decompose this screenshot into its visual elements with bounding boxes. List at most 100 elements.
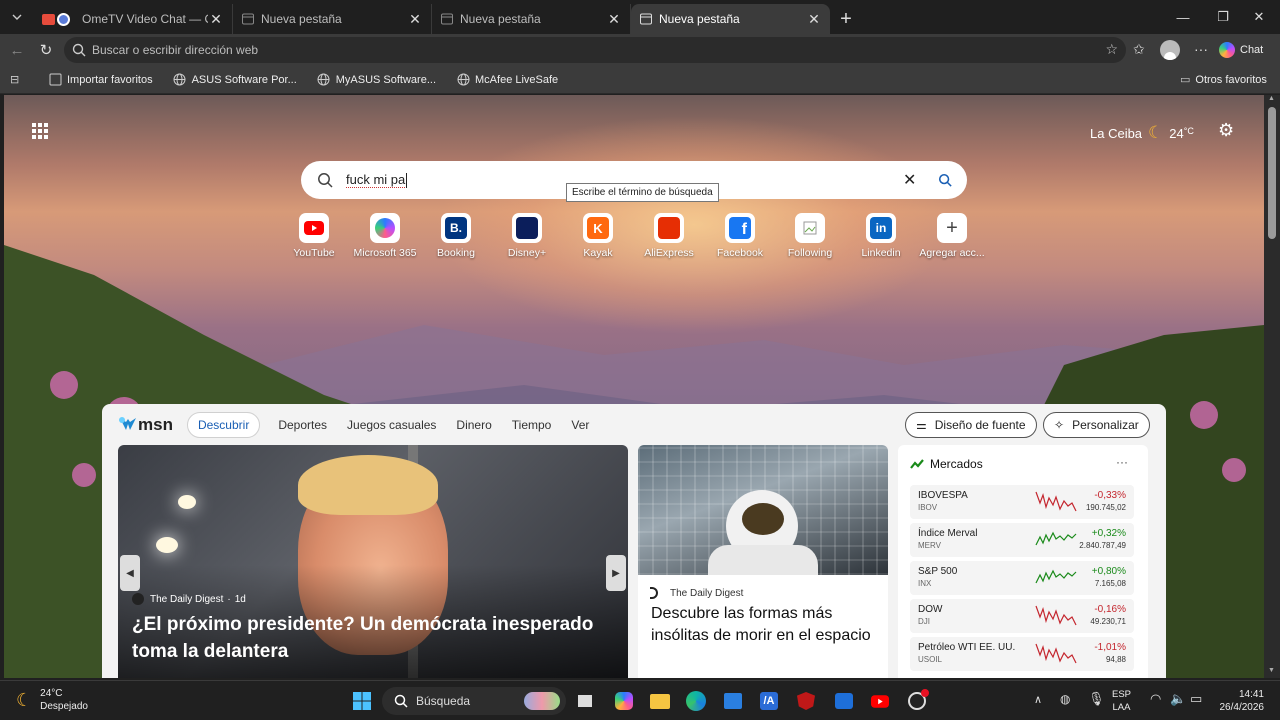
personalize-button[interactable]: ✧ Personalizar bbox=[1043, 412, 1150, 438]
copilot-taskbar-button[interactable] bbox=[613, 690, 635, 712]
profile-avatar[interactable] bbox=[1160, 40, 1180, 60]
clock[interactable]: 14:41 26/4/2026 bbox=[1214, 688, 1265, 714]
tab-actions-menu[interactable] bbox=[0, 0, 34, 34]
msn-nav-dinero[interactable]: Dinero bbox=[456, 418, 491, 432]
favorite-myasus[interactable]: MyASUS Software... bbox=[317, 73, 436, 87]
new-tab-button[interactable]: + bbox=[830, 4, 862, 34]
apps-launcher-icon[interactable] bbox=[32, 123, 48, 139]
quick-link-label: Booking bbox=[437, 247, 475, 259]
scroll-down-icon[interactable]: ▼ bbox=[1268, 667, 1275, 674]
clear-search-icon[interactable]: ✕ bbox=[903, 170, 916, 190]
quick-link-youtube[interactable]: YouTube bbox=[278, 213, 350, 259]
close-icon[interactable]: ✕ bbox=[606, 11, 622, 28]
file-explorer-button[interactable] bbox=[649, 690, 671, 712]
close-icon[interactable]: ✕ bbox=[407, 11, 423, 28]
markets-icon bbox=[910, 459, 924, 469]
search-icon bbox=[394, 694, 408, 708]
back-button[interactable]: ← bbox=[2, 35, 32, 65]
reading-view-icon[interactable]: ⊟ bbox=[10, 73, 26, 86]
quick-link-kayak[interactable]: K Kayak bbox=[562, 213, 634, 259]
msn-logo[interactable]: msn bbox=[118, 415, 173, 435]
msn-nav-deportes[interactable]: Deportes bbox=[278, 418, 327, 432]
scrollbar-thumb[interactable] bbox=[1268, 107, 1276, 239]
network-tray-icon[interactable]: ◍ bbox=[1060, 692, 1070, 706]
language-indicator[interactable]: ESP LAA bbox=[1112, 688, 1131, 714]
favorite-label: ASUS Software Por... bbox=[191, 73, 297, 86]
favorite-star-icon[interactable]: ☆ bbox=[1105, 41, 1118, 58]
favorite-asus[interactable]: ASUS Software Por... bbox=[173, 73, 297, 87]
page-scrollbar[interactable]: ▲ ▼ bbox=[1264, 95, 1280, 678]
tab-ometv[interactable]: OmeTV Video Chat — Omegl ✕ bbox=[34, 4, 233, 34]
quick-link-add[interactable]: + Agregar acc... bbox=[916, 213, 988, 259]
more-options-icon[interactable]: ··· bbox=[1194, 41, 1208, 57]
market-row[interactable]: Índice Merval MERV +0,32% 2.840.787,49 bbox=[910, 523, 1134, 557]
wifi-icon[interactable]: ◠ bbox=[1150, 691, 1161, 707]
tab-new-2[interactable]: Nueva pestaña ✕ bbox=[432, 4, 631, 34]
msn-nav-juegos[interactable]: Juegos casuales bbox=[347, 418, 436, 432]
favorites-icon[interactable]: ✩ bbox=[1133, 41, 1145, 58]
favorite-mcafee[interactable]: McAfee LiveSafe bbox=[456, 73, 558, 87]
youtube-taskbar-button[interactable] bbox=[869, 690, 891, 712]
youtube-icon bbox=[299, 213, 329, 243]
volume-icon[interactable]: 🔈 bbox=[1170, 691, 1186, 707]
feature-title[interactable]: ¿El próximo presidente? Un demócrata ine… bbox=[132, 611, 612, 665]
tab-new-active[interactable]: Nueva pestaña ✕ bbox=[631, 4, 830, 34]
app-button[interactable]: /A bbox=[758, 690, 780, 712]
quick-link-microsoft365[interactable]: Microsoft 365 bbox=[349, 213, 421, 259]
feature-story-card[interactable]: ◀ ▶ The Daily Digest · 1d ¿El próximo pr… bbox=[118, 445, 628, 678]
market-value: 190.745,02 bbox=[1085, 503, 1126, 512]
carousel-prev-button[interactable]: ◀ bbox=[120, 555, 140, 591]
story-title[interactable]: Descubre las formas más insólitas de mor… bbox=[651, 603, 877, 647]
story-card[interactable]: The Daily Digest Descubre las formas más… bbox=[638, 445, 888, 678]
store-button[interactable] bbox=[722, 690, 744, 712]
quick-link-aliexpress[interactable]: AliExpress bbox=[633, 213, 705, 259]
quick-link-linkedin[interactable]: in Linkedin bbox=[845, 213, 917, 259]
battery-icon[interactable]: ▭ bbox=[1190, 691, 1202, 707]
text-cursor bbox=[406, 172, 408, 188]
font-design-button[interactable]: ⚌ Diseño de fuente bbox=[905, 412, 1037, 438]
msn-nav-tiempo[interactable]: Tiempo bbox=[512, 418, 552, 432]
other-favorites[interactable]: ▭ Otros favoritos bbox=[1180, 73, 1267, 87]
favorite-label: McAfee LiveSafe bbox=[475, 73, 559, 86]
more-options-icon[interactable]: ··· bbox=[1116, 455, 1128, 469]
chevron-up-icon[interactable]: ∧ bbox=[1034, 693, 1042, 706]
mcafee-button[interactable] bbox=[795, 690, 817, 712]
msn-nav-descubrir[interactable]: Descubrir bbox=[186, 412, 261, 438]
market-row[interactable]: IBOVESPA IBOV -0,33% 190.745,02 bbox=[910, 485, 1134, 519]
ometv-taskbar-button[interactable] bbox=[906, 689, 929, 712]
carousel-next-button[interactable]: ▶ bbox=[606, 555, 626, 591]
quick-link-booking[interactable]: B. Booking bbox=[420, 213, 492, 259]
market-row[interactable]: S&P 500 INX +0,80% 7.165,08 bbox=[910, 561, 1134, 595]
edge-taskbar-button[interactable] bbox=[685, 690, 707, 712]
copilot-chat-button[interactable]: Chat bbox=[1219, 38, 1273, 62]
taskbar-weather[interactable]: ☾ 24°C Despejado bbox=[16, 687, 88, 713]
msn-nav-ver[interactable]: Ver bbox=[571, 418, 589, 432]
close-icon[interactable]: ✕ bbox=[806, 11, 822, 28]
search-submit-icon[interactable] bbox=[938, 173, 952, 187]
favorite-import[interactable]: Importar favoritos bbox=[48, 73, 153, 87]
quick-link-facebook[interactable]: f Facebook bbox=[704, 213, 776, 259]
other-favorites-label: Otros favoritos bbox=[1195, 73, 1267, 86]
settings-gear-icon[interactable]: ⚙ bbox=[1218, 120, 1234, 141]
quick-link-following[interactable]: Following bbox=[774, 213, 846, 259]
markets-header[interactable]: Mercados bbox=[910, 457, 983, 471]
refresh-button[interactable]: ↻ bbox=[31, 35, 61, 65]
taskbar-search[interactable]: Búsqueda bbox=[382, 687, 566, 715]
market-name: DOW bbox=[918, 604, 943, 615]
outlook-button[interactable] bbox=[833, 690, 855, 712]
quick-link-disney[interactable]: Disney+ bbox=[491, 213, 563, 259]
scroll-up-icon[interactable]: ▲ bbox=[1268, 95, 1275, 102]
close-icon[interactable]: ✕ bbox=[208, 11, 224, 28]
microphone-icon[interactable]: 🎙 bbox=[1088, 691, 1105, 707]
task-view-button[interactable] bbox=[574, 690, 596, 712]
tab-new-1[interactable]: Nueva pestaña ✕ bbox=[233, 4, 432, 34]
market-row[interactable]: Petróleo WTI EE. UU. USOIL -1,01% 94,88 bbox=[910, 637, 1134, 671]
market-row[interactable]: DOW DJI -0,16% 49.230,71 bbox=[910, 599, 1134, 633]
source-logo bbox=[132, 593, 144, 605]
close-window-button[interactable]: ✕ bbox=[1236, 0, 1280, 34]
search-input[interactable]: fuck mi pa bbox=[346, 172, 406, 188]
address-bar[interactable]: Buscar o escribir dirección web ☆ bbox=[64, 37, 1126, 63]
newtab-icon bbox=[639, 12, 653, 26]
start-button[interactable] bbox=[351, 690, 373, 712]
weather-widget[interactable]: La Ceiba ☾ 24 °C bbox=[1090, 123, 1194, 143]
